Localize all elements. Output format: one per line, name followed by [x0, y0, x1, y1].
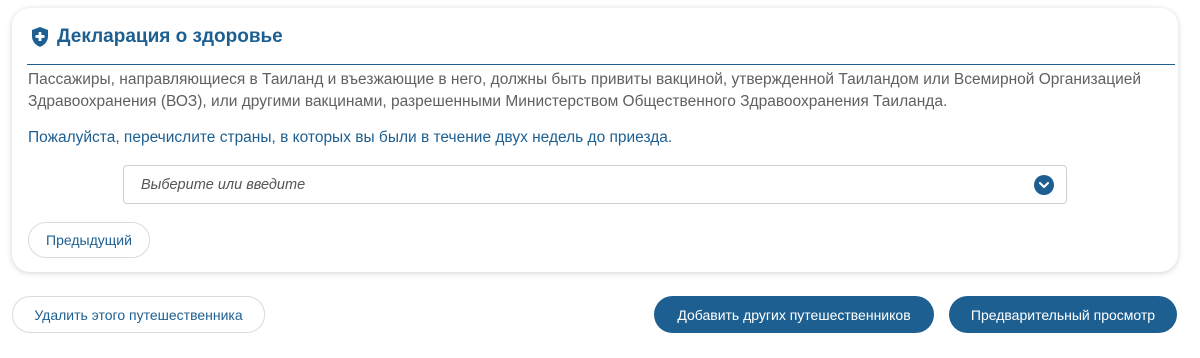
preview-button[interactable]: Предварительный просмотр — [949, 296, 1177, 333]
previous-button[interactable]: Предыдущий — [28, 222, 150, 258]
countries-select[interactable]: Выберите или введите — [123, 165, 1067, 204]
chevron-down-icon[interactable] — [1034, 175, 1054, 195]
section-divider — [27, 64, 1175, 65]
delete-traveler-button[interactable]: Удалить этого путешественника — [12, 296, 265, 333]
countries-instruction: Пожалуйста, перечислите страны, в которы… — [28, 129, 673, 146]
section-header: Декларация о здоровье — [31, 26, 283, 48]
section-title: Декларация о здоровье — [57, 26, 283, 47]
health-declaration-card: Декларация о здоровье Пассажиры, направл… — [12, 8, 1178, 272]
vaccination-notice: Пассажиры, направляющиеся в Таиланд и въ… — [28, 71, 1142, 110]
shield-plus-icon — [31, 27, 49, 47]
add-travelers-button[interactable]: Добавить других путешественников — [654, 296, 934, 333]
countries-select-placeholder: Выберите или введите — [141, 177, 306, 193]
